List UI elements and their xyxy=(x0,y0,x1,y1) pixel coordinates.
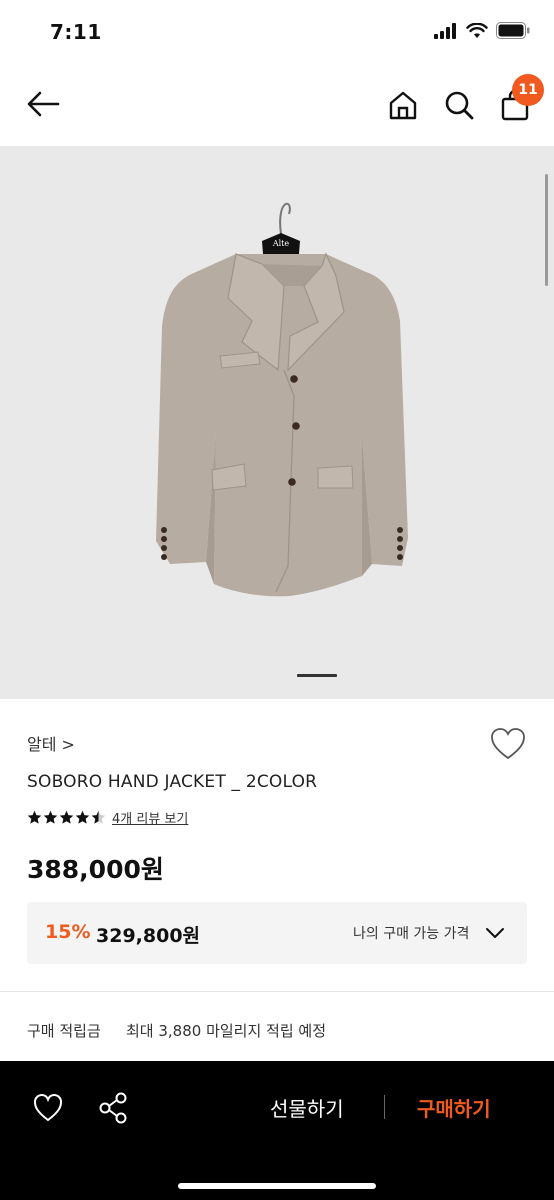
discount-price: 329,800원 xyxy=(96,925,201,947)
status-bar: 7:11 xyxy=(0,0,554,64)
jacket-illustration: Alte xyxy=(156,202,408,597)
home-icon[interactable] xyxy=(386,88,420,122)
points-label: 구매 적립금 xyxy=(27,1022,101,1040)
star-icon xyxy=(27,810,42,824)
chevron-down-icon[interactable] xyxy=(485,924,505,942)
star-icon xyxy=(43,810,58,824)
wishlist-heart-icon[interactable] xyxy=(490,727,526,761)
wifi-icon xyxy=(466,22,488,38)
star-icon xyxy=(59,810,74,824)
status-icons xyxy=(434,22,530,39)
cart-count-badge: 11 xyxy=(512,74,544,106)
carousel-indicator[interactable] xyxy=(297,674,337,677)
product-image[interactable]: Alte xyxy=(0,146,554,699)
top-nav-bar xyxy=(0,64,554,146)
points-value: 최대 3,880 마일리지 적립 예정 xyxy=(126,1022,327,1040)
signal-icon xyxy=(434,22,456,39)
search-icon[interactable] xyxy=(442,88,476,122)
half-star-icon xyxy=(91,810,106,824)
my-price-label: 나의 구매 가능 가격 xyxy=(353,926,470,942)
rating-row: 4개 리뷰 보기 xyxy=(27,808,188,827)
product-title: SOBORO HAND JACKET _ 2COLOR xyxy=(27,772,318,792)
brand-link[interactable]: 알테 > xyxy=(27,731,75,755)
reviews-link[interactable]: 4개 리뷰 보기 xyxy=(112,808,188,827)
product-price: 388,000원 xyxy=(27,855,164,884)
back-arrow-icon[interactable] xyxy=(24,88,64,120)
hanger-tag-text: Alte xyxy=(272,239,290,248)
rating-stars xyxy=(27,810,106,825)
my-price-box[interactable]: 15% 329,800원 나의 구매 가능 가격 xyxy=(27,902,527,964)
status-time: 7:11 xyxy=(50,20,102,44)
section-divider xyxy=(0,991,554,992)
share-icon[interactable] xyxy=(97,1091,129,1125)
page-scrollbar[interactable] xyxy=(545,174,548,286)
bottom-action-bar: 선물하기 구매하기 xyxy=(0,1061,554,1200)
star-icon xyxy=(75,810,90,824)
wishlist-heart-icon[interactable] xyxy=(33,1093,63,1123)
gift-button[interactable]: 선물하기 xyxy=(270,1093,344,1122)
battery-icon xyxy=(496,22,530,39)
buy-button[interactable]: 구매하기 xyxy=(417,1093,491,1122)
discount-rate: 15% xyxy=(45,921,91,943)
home-indicator[interactable] xyxy=(178,1183,376,1189)
button-separator xyxy=(384,1095,385,1119)
